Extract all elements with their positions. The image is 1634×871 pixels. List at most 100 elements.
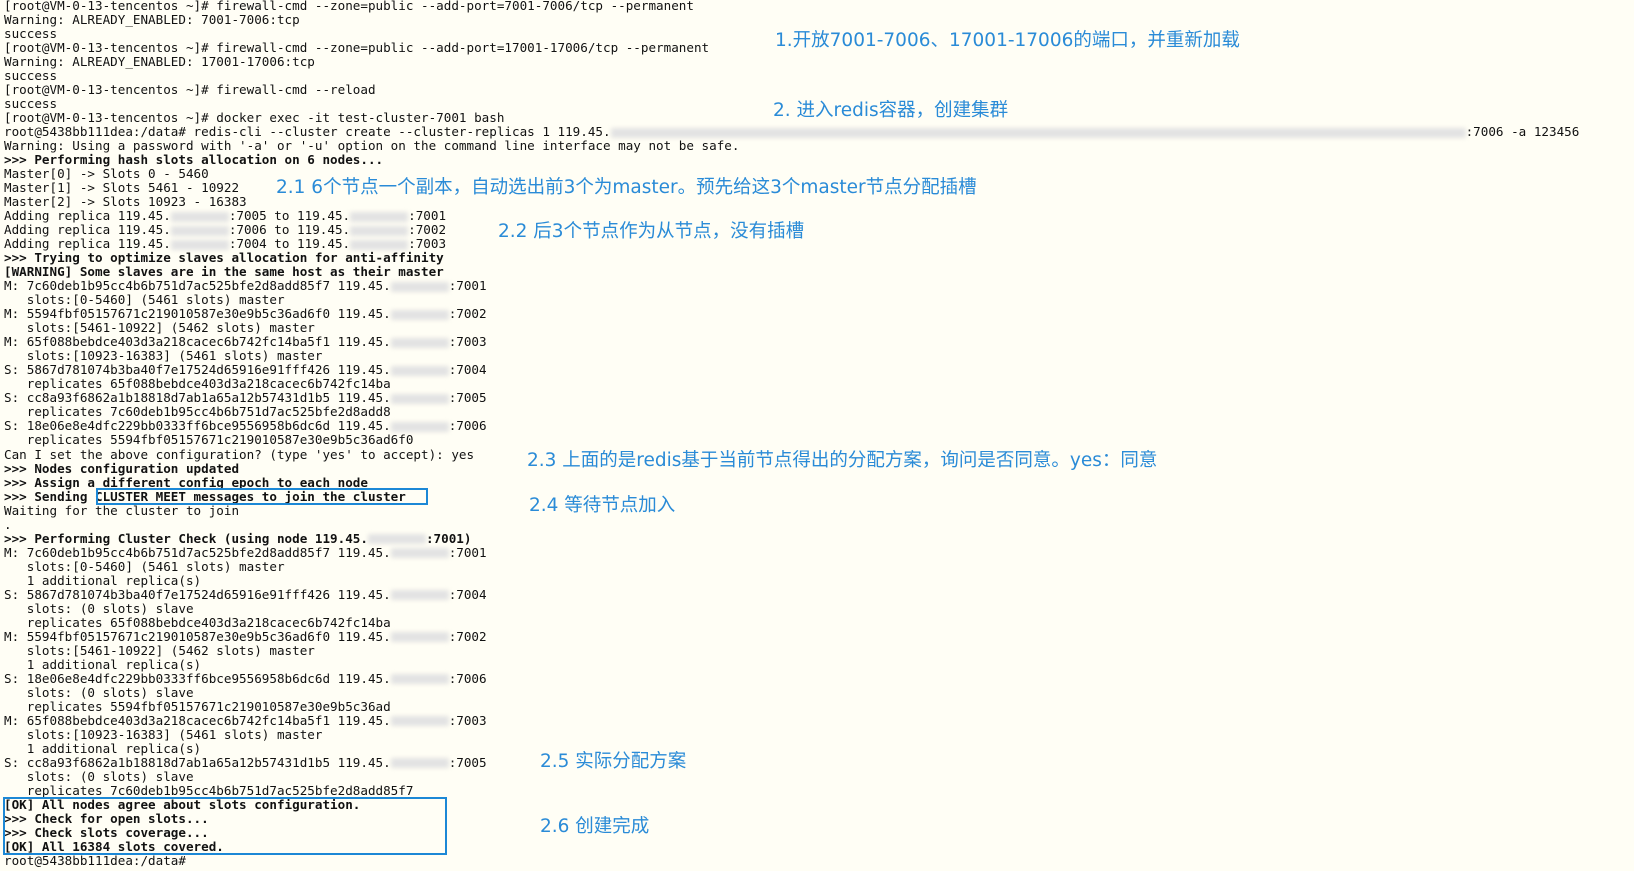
terminal-line: S: 18e06e8e4dfc229bb0333ff6bce9556958b6d… [4, 419, 1630, 433]
terminal-line: S: cc8a93f6862a1b18818d7ab1a65a12b57431d… [4, 754, 1630, 770]
terminal-text: slots: (0 slots) slave [4, 768, 194, 784]
terminal-text: replicates 65f088bebdce403d3a218cacec6b7… [4, 376, 391, 392]
terminal-text: Warning: ALREADY_ENABLED: 7001-7006:tcp [4, 12, 300, 28]
terminal-text: Adding replica 119.45. [4, 236, 171, 252]
redacted-ip-mask [350, 225, 409, 236]
terminal-line: slots: (0 slots) slave [4, 600, 1630, 616]
terminal-line: replicates 65f088bebdce403d3a218cacec6b7… [4, 615, 1630, 630]
annotation-replicas: 2.2 后3个节点作为从节点，没有插槽 [498, 221, 805, 242]
terminal-line: Adding replica 119.45.:7004 to 119.45.:7… [4, 237, 1630, 251]
terminal-text: Master[0] -> Slots 0 - 5460 [4, 166, 209, 182]
terminal-text: Warning: ALREADY_ENABLED: 17001-17006:tc… [4, 54, 315, 70]
terminal-line: 1 additional replica(s) [4, 656, 1630, 672]
terminal-text: :7003 [448, 334, 487, 350]
terminal-line: Warning: Using a password with '-a' or '… [4, 139, 1630, 153]
redacted-ip-mask [390, 393, 449, 404]
terminal-line: slots:[10923-16383] (5461 slots) master [4, 726, 1630, 742]
redacted-ip-mask [390, 421, 449, 432]
terminal-text: :7003 [448, 712, 487, 728]
terminal-text: >>> Check for open slots... [4, 810, 209, 826]
terminal-text: :7001 [448, 544, 487, 560]
terminal-text: 1 additional replica(s) [4, 656, 202, 672]
terminal-text: >>> Sending CLUSTER MEET messages to joi… [4, 488, 406, 504]
terminal-text: 1 additional replica(s) [4, 740, 202, 756]
terminal-text: :7005 [448, 390, 487, 406]
terminal-text: slots:[5461-10922] (5462 slots) master [4, 642, 315, 658]
terminal-text: :7006 [448, 670, 487, 686]
terminal-text: success [4, 26, 58, 42]
terminal-line: slots:[10923-16383] (5461 slots) master [4, 349, 1630, 363]
terminal-text: [root@VM-0-13-tencentos ~]# firewall-cmd… [4, 82, 376, 98]
terminal-line: >>> Sending CLUSTER MEET messages to joi… [4, 488, 1630, 504]
terminal-line: M: 65f088bebdce403d3a218cacec6b742fc14ba… [4, 712, 1630, 728]
terminal-text: S: cc8a93f6862a1b18818d7ab1a65a12b57431d… [4, 754, 391, 770]
terminal-text: :7002 [408, 222, 447, 238]
redacted-ip-mask [390, 674, 449, 685]
terminal-text: slots: (0 slots) slave [4, 684, 194, 700]
terminal-text: >>> Trying to optimize slaves allocation… [4, 250, 444, 266]
terminal-text: M: 5594fbf05157671c219010587e30e9b5c36ad… [4, 306, 391, 322]
terminal-text: [OK] All 16384 slots covered. [4, 838, 224, 854]
terminal-text: root@5438bb111dea:/data# redis-cli --clu… [4, 124, 611, 140]
terminal-line: >>> Check slots coverage... [4, 824, 1630, 840]
terminal-text: M: 65f088bebdce403d3a218cacec6b742fc14ba… [4, 334, 391, 350]
redacted-ip-mask [390, 590, 449, 601]
terminal-line: root@5438bb111dea:/data# redis-cli --clu… [4, 125, 1630, 139]
terminal-line: [WARNING] Some slaves are in the same ho… [4, 265, 1630, 279]
terminal-line: replicates 7c60deb1b95cc4b6b751d7ac525bf… [4, 405, 1630, 419]
terminal-text: slots: (0 slots) slave [4, 600, 194, 616]
terminal-text: :7004 [448, 586, 487, 602]
terminal-line: M: 65f088bebdce403d3a218cacec6b742fc14ba… [4, 335, 1630, 349]
terminal-text: slots:[10923-16383] (5461 slots) master [4, 726, 323, 742]
terminal-text: S: 18e06e8e4dfc229bb0333ff6bce9556958b6d… [4, 418, 391, 434]
terminal-text: :7006 [448, 418, 487, 434]
terminal-line: >>> Assign a different config epoch to e… [4, 475, 1630, 490]
terminal-text: [WARNING] Some slaves are in the same ho… [4, 264, 444, 280]
terminal-text: S: 5867d781074b3ba40f7e17524d65916e91fff… [4, 586, 391, 602]
annotation-allocation: 2.1 6个节点一个副本，自动选出前3个为master。预先给这3个master… [276, 177, 977, 198]
terminal-line: replicates 65f088bebdce403d3a218cacec6b7… [4, 377, 1630, 391]
annotation-actual-plan: 2.5 实际分配方案 [540, 751, 687, 772]
terminal-text: Can I set the above configuration? (type… [4, 446, 475, 462]
terminal-line: M: 5594fbf05157671c219010587e30e9b5c36ad… [4, 307, 1630, 321]
redacted-ip-mask [350, 211, 409, 222]
terminal-text: slots:[5461-10922] (5462 slots) master [4, 320, 315, 336]
terminal-line: S: cc8a93f6862a1b18818d7ab1a65a12b57431d… [4, 391, 1630, 405]
terminal-line: M: 7c60deb1b95cc4b6b751d7ac525bfe2d8add8… [4, 544, 1630, 560]
terminal-output[interactable]: [root@VM-0-13-tencentos ~]# firewall-cmd… [4, 0, 1630, 868]
terminal-text: replicates 5594fbf05157671c219010587e30e… [4, 698, 391, 714]
terminal-line: M: 5594fbf05157671c219010587e30e9b5c36ad… [4, 628, 1630, 644]
redacted-ip-mask [390, 716, 449, 727]
terminal-text: root@5438bb111dea:/data# [4, 852, 186, 868]
terminal-text: :7006 to 119.45. [228, 222, 351, 238]
terminal-line: 1 additional replica(s) [4, 573, 1630, 588]
redacted-ip-mask [390, 281, 449, 292]
terminal-text: S: 5867d781074b3ba40f7e17524d65916e91fff… [4, 362, 391, 378]
terminal-line: Warning: ALREADY_ENABLED: 7001-7006:tcp [4, 13, 1630, 27]
terminal-text: Adding replica 119.45. [4, 208, 171, 224]
terminal-line: slots:[5461-10922] (5462 slots) master [4, 321, 1630, 335]
terminal-text: replicates 7c60deb1b95cc4b6b751d7ac525bf… [4, 404, 391, 420]
terminal-text: >>> Nodes configuration updated [4, 460, 240, 476]
terminal-text: >>> Check slots coverage... [4, 824, 209, 840]
terminal-text: M: 7c60deb1b95cc4b6b751d7ac525bfe2d8add8… [4, 544, 391, 560]
redacted-ip-mask [390, 309, 449, 320]
terminal-line: [OK] All nodes agree about slots configu… [4, 797, 1630, 812]
terminal-text: :7005 [448, 754, 487, 770]
terminal-line: S: 5867d781074b3ba40f7e17524d65916e91fff… [4, 363, 1630, 377]
redacted-ip-mask [390, 548, 449, 559]
terminal-text: replicates 7c60deb1b95cc4b6b751d7ac525bf… [4, 782, 414, 798]
redacted-ip-mask [170, 211, 229, 222]
terminal-text: Waiting for the cluster to join [4, 502, 240, 518]
terminal-text: :7006 -a 123456 [1465, 124, 1580, 140]
annotation-enter-container: 2. 进入redis容器，创建集群 [773, 100, 1009, 121]
terminal-text: success [4, 68, 58, 84]
terminal-text: Master[1] -> Slots 5461 - 10922 [4, 180, 240, 196]
terminal-line: Adding replica 119.45.:7006 to 119.45.:7… [4, 223, 1630, 237]
terminal-text: M: 7c60deb1b95cc4b6b751d7ac525bfe2d8add8… [4, 278, 391, 294]
terminal-text: :7001) [425, 530, 472, 546]
terminal-text: :7002 [448, 628, 487, 644]
terminal-line: Warning: ALREADY_ENABLED: 17001-17006:tc… [4, 55, 1630, 69]
terminal-text: M: 5594fbf05157671c219010587e30e9b5c36ad… [4, 628, 391, 644]
redacted-ip-mask [350, 239, 409, 250]
